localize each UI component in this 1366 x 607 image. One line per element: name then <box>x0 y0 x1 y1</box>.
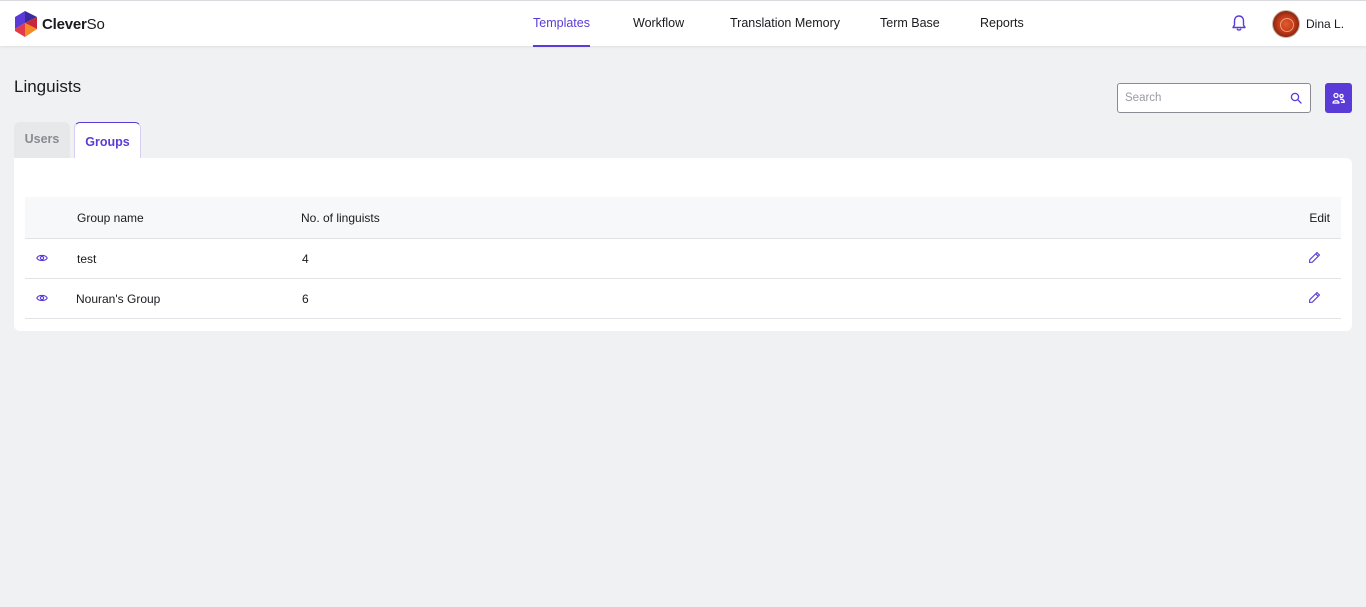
header-edit: Edit <box>1309 211 1330 225</box>
header-linguists[interactable]: No. of linguists <box>301 197 380 239</box>
eye-icon[interactable] <box>36 253 48 263</box>
app-logo[interactable]: CleverSo <box>13 9 105 39</box>
search-icon[interactable] <box>1290 92 1302 104</box>
header-group-name[interactable]: Group name <box>77 197 144 239</box>
nav-item-templates[interactable]: Templates <box>533 1 590 47</box>
group-name-cell: test <box>77 252 97 266</box>
pencil-icon[interactable] <box>1308 291 1321 304</box>
table-row: test 4 <box>25 239 1341 279</box>
page-title: Linguists <box>14 77 82 96</box>
nav-item-term-base[interactable]: Term Base <box>880 1 940 47</box>
linguist-count-cell: 6 <box>302 292 309 306</box>
bell-icon[interactable] <box>1230 14 1248 32</box>
tab-groups[interactable]: Groups <box>74 122 141 159</box>
table-row: Nouran's Group 6 <box>25 279 1341 319</box>
logo-text: CleverSo <box>42 15 105 33</box>
search-box <box>1117 83 1311 113</box>
groups-card: Group name No. of linguists Edit test 4 … <box>14 158 1352 331</box>
user-name[interactable]: Dina L. <box>1306 1 1344 47</box>
logo-mark-icon <box>15 11 37 37</box>
tab-users[interactable]: Users <box>14 122 70 158</box>
top-navbar: CleverSo Templates Workflow Translation … <box>0 0 1366 47</box>
settings-icon <box>1332 92 1345 104</box>
search-input[interactable] <box>1125 89 1285 107</box>
pencil-icon[interactable] <box>1308 251 1321 264</box>
table-header: Group name No. of linguists Edit <box>25 197 1341 239</box>
linguist-count-cell: 4 <box>302 252 309 266</box>
group-settings-button[interactable] <box>1325 83 1352 113</box>
groups-table: Group name No. of linguists Edit test 4 … <box>25 197 1341 319</box>
nav-item-reports[interactable]: Reports <box>980 1 1024 47</box>
eye-icon[interactable] <box>36 293 48 303</box>
nav-item-workflow[interactable]: Workflow <box>633 1 684 47</box>
avatar[interactable] <box>1272 10 1300 38</box>
nav-item-translation-memory[interactable]: Translation Memory <box>730 1 840 47</box>
group-name-cell: Nouran's Group <box>76 292 161 306</box>
